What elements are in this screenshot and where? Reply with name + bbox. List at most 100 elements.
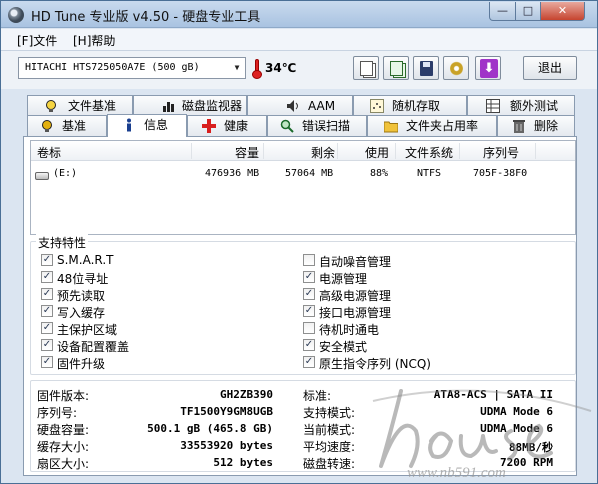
checkbox[interactable]: ✓ [41,322,53,334]
lightbulb-icon [44,99,58,113]
tab-label: 基准 [62,119,87,133]
checkbox[interactable]: ✓ [41,339,53,351]
volume-serial: 705F-38F0 [473,168,528,179]
copy-icon [360,61,373,76]
tab-health[interactable]: 健康 [187,115,267,136]
info-value: 7200 RPM [500,456,553,469]
tab-erase[interactable]: 删除 [497,115,575,136]
speaker-icon [286,99,300,113]
column-header[interactable]: 序列号 [483,144,519,161]
tab-label: AAM [308,99,336,113]
minimize-button[interactable]: — [489,2,516,21]
volume-list-header: 卷标 容量 剩余 使用 文件系统 序列号 [31,141,575,161]
copy-image-icon [390,61,403,76]
column-header[interactable]: 文件系统 [405,144,453,161]
checkbox[interactable] [303,254,315,266]
volume-filesystem: NTFS [417,168,442,179]
hdtune-window: HD Tune 专业版 v4.50 - 硬盘专业工具 — □ ✕ [F]文件 [… [0,0,598,484]
lightbulb-icon [40,119,54,133]
tab-file-benchmark[interactable]: 文件基准 [27,95,133,116]
drive-select-value: HITACHI HTS725050A7E (500 gB) [25,62,200,73]
checkbox[interactable]: ✓ [41,356,53,368]
tab-label: 健康 [224,119,249,133]
info-value: GH2ZB390 [220,388,273,401]
drive-info-group: 固件版本: GH2ZB390 序列号: TF1500Y9GM8UGB 硬盘容量:… [30,380,576,472]
info-label: 磁盘转速: [303,457,356,471]
info-value: 500.1 gB (465.8 GB) [147,422,273,435]
scatter-icon [370,99,384,113]
grid-icon [486,99,500,113]
volume-free: 57064 MB [285,168,334,179]
column-header[interactable]: 容量 [235,144,259,161]
info-panel: 卷标 容量 剩余 使用 文件系统 序列号 (E:) 476936 MB 5706… [23,136,577,476]
column-header[interactable]: 使用 [365,144,389,161]
floppy-disk-icon [420,61,433,76]
info-label: 固件版本: [37,389,90,403]
drive-icon [35,172,49,180]
volume-label: (E:) [53,168,78,179]
exit-button[interactable]: 退出 [523,56,577,80]
tab-info[interactable]: 信息 [107,114,187,137]
checkbox[interactable]: ✓ [303,356,315,368]
checkbox[interactable]: ✓ [303,305,315,317]
info-label: 支持模式: [303,406,356,420]
info-label: 扇区大小: [37,457,90,471]
thermometer-icon [252,59,262,79]
checkbox[interactable]: ✓ [303,271,315,283]
tab-error-scan[interactable]: 错误扫描 [267,115,367,136]
save-button[interactable] [413,56,439,80]
tab-aam[interactable]: AAM [247,95,353,116]
menu-help[interactable]: [H]帮助 [73,32,115,49]
info-value: 88MB/秒 [508,441,553,454]
chevron-down-icon: ▼ [234,63,240,72]
info-value: UDMA Mode 6 [480,422,553,435]
info-label: 硬盘容量: [37,423,90,437]
folder-icon [383,119,399,133]
checkbox[interactable]: ✓ [41,254,53,266]
features-group: ✓ S.M.A.R.T ✓ 48位寻址 ✓ 预先读取 ✓ 写入缓存 ✓ 主保护区域 ✓ 设备… [30,241,576,375]
download-button[interactable]: ⬇ [475,56,501,80]
volume-used: 88% [370,168,389,179]
copy-text-button[interactable] [353,56,379,80]
checkbox[interactable]: ✓ [41,305,53,317]
volume-list[interactable]: 卷标 容量 剩余 使用 文件系统 序列号 (E:) 476936 MB 5706… [30,140,576,235]
menu-bar: [F]文件 [H]帮助 [1,29,597,51]
tab-label: 额外测试 [510,99,559,113]
checkbox[interactable]: ✓ [303,288,315,300]
copy-screenshot-button[interactable] [383,56,409,80]
tab-benchmark[interactable]: 基准 [27,115,107,136]
tab-label: 随机存取 [392,99,441,113]
close-button[interactable]: ✕ [540,2,585,21]
red-cross-icon [202,119,216,133]
tab-label: 错误扫描 [302,119,351,133]
volume-capacity: 476936 MB [205,168,260,179]
bar-chart-icon [162,99,176,113]
temperature-readout: 34℃ [265,61,297,75]
checkbox[interactable]: ✓ [41,288,53,300]
checkbox[interactable]: ✓ [41,271,53,283]
drive-select[interactable]: HITACHI HTS725050A7E (500 gB) ▼ [18,57,246,79]
tab-label: 信息 [144,118,169,132]
tab-folder-usage[interactable]: 文件夹占用率 [367,115,497,136]
tab-extra-tests[interactable]: 额外测试 [467,95,575,116]
column-header[interactable]: 卷标 [37,144,61,161]
title-bar[interactable]: HD Tune 专业版 v4.50 - 硬盘专业工具 — □ ✕ [1,1,597,28]
info-icon [122,118,136,132]
tab-random-access[interactable]: 随机存取 [353,95,467,116]
menu-file[interactable]: [F]文件 [17,32,57,49]
features-title: 支持特性 [36,234,89,251]
checkbox[interactable]: ✓ [303,339,315,351]
maximize-button[interactable]: □ [515,2,541,21]
info-label: 序列号: [37,406,78,420]
column-header[interactable]: 剩余 [311,144,335,161]
info-label: 平均速度: [303,440,356,454]
options-button[interactable] [443,56,469,80]
trash-icon [512,119,526,133]
tab-disk-monitor[interactable]: 磁盘监视器 [133,95,247,116]
info-value: UDMA Mode 6 [480,405,553,418]
checkbox[interactable] [303,322,315,334]
info-value: ATA8-ACS | SATA II [433,388,553,401]
table-row[interactable]: (E:) 476936 MB 57064 MB 88% NTFS 705F-38… [31,165,575,183]
tab-label: 磁盘监视器 [182,99,243,113]
arrow-down-icon: ⬇ [480,59,498,78]
